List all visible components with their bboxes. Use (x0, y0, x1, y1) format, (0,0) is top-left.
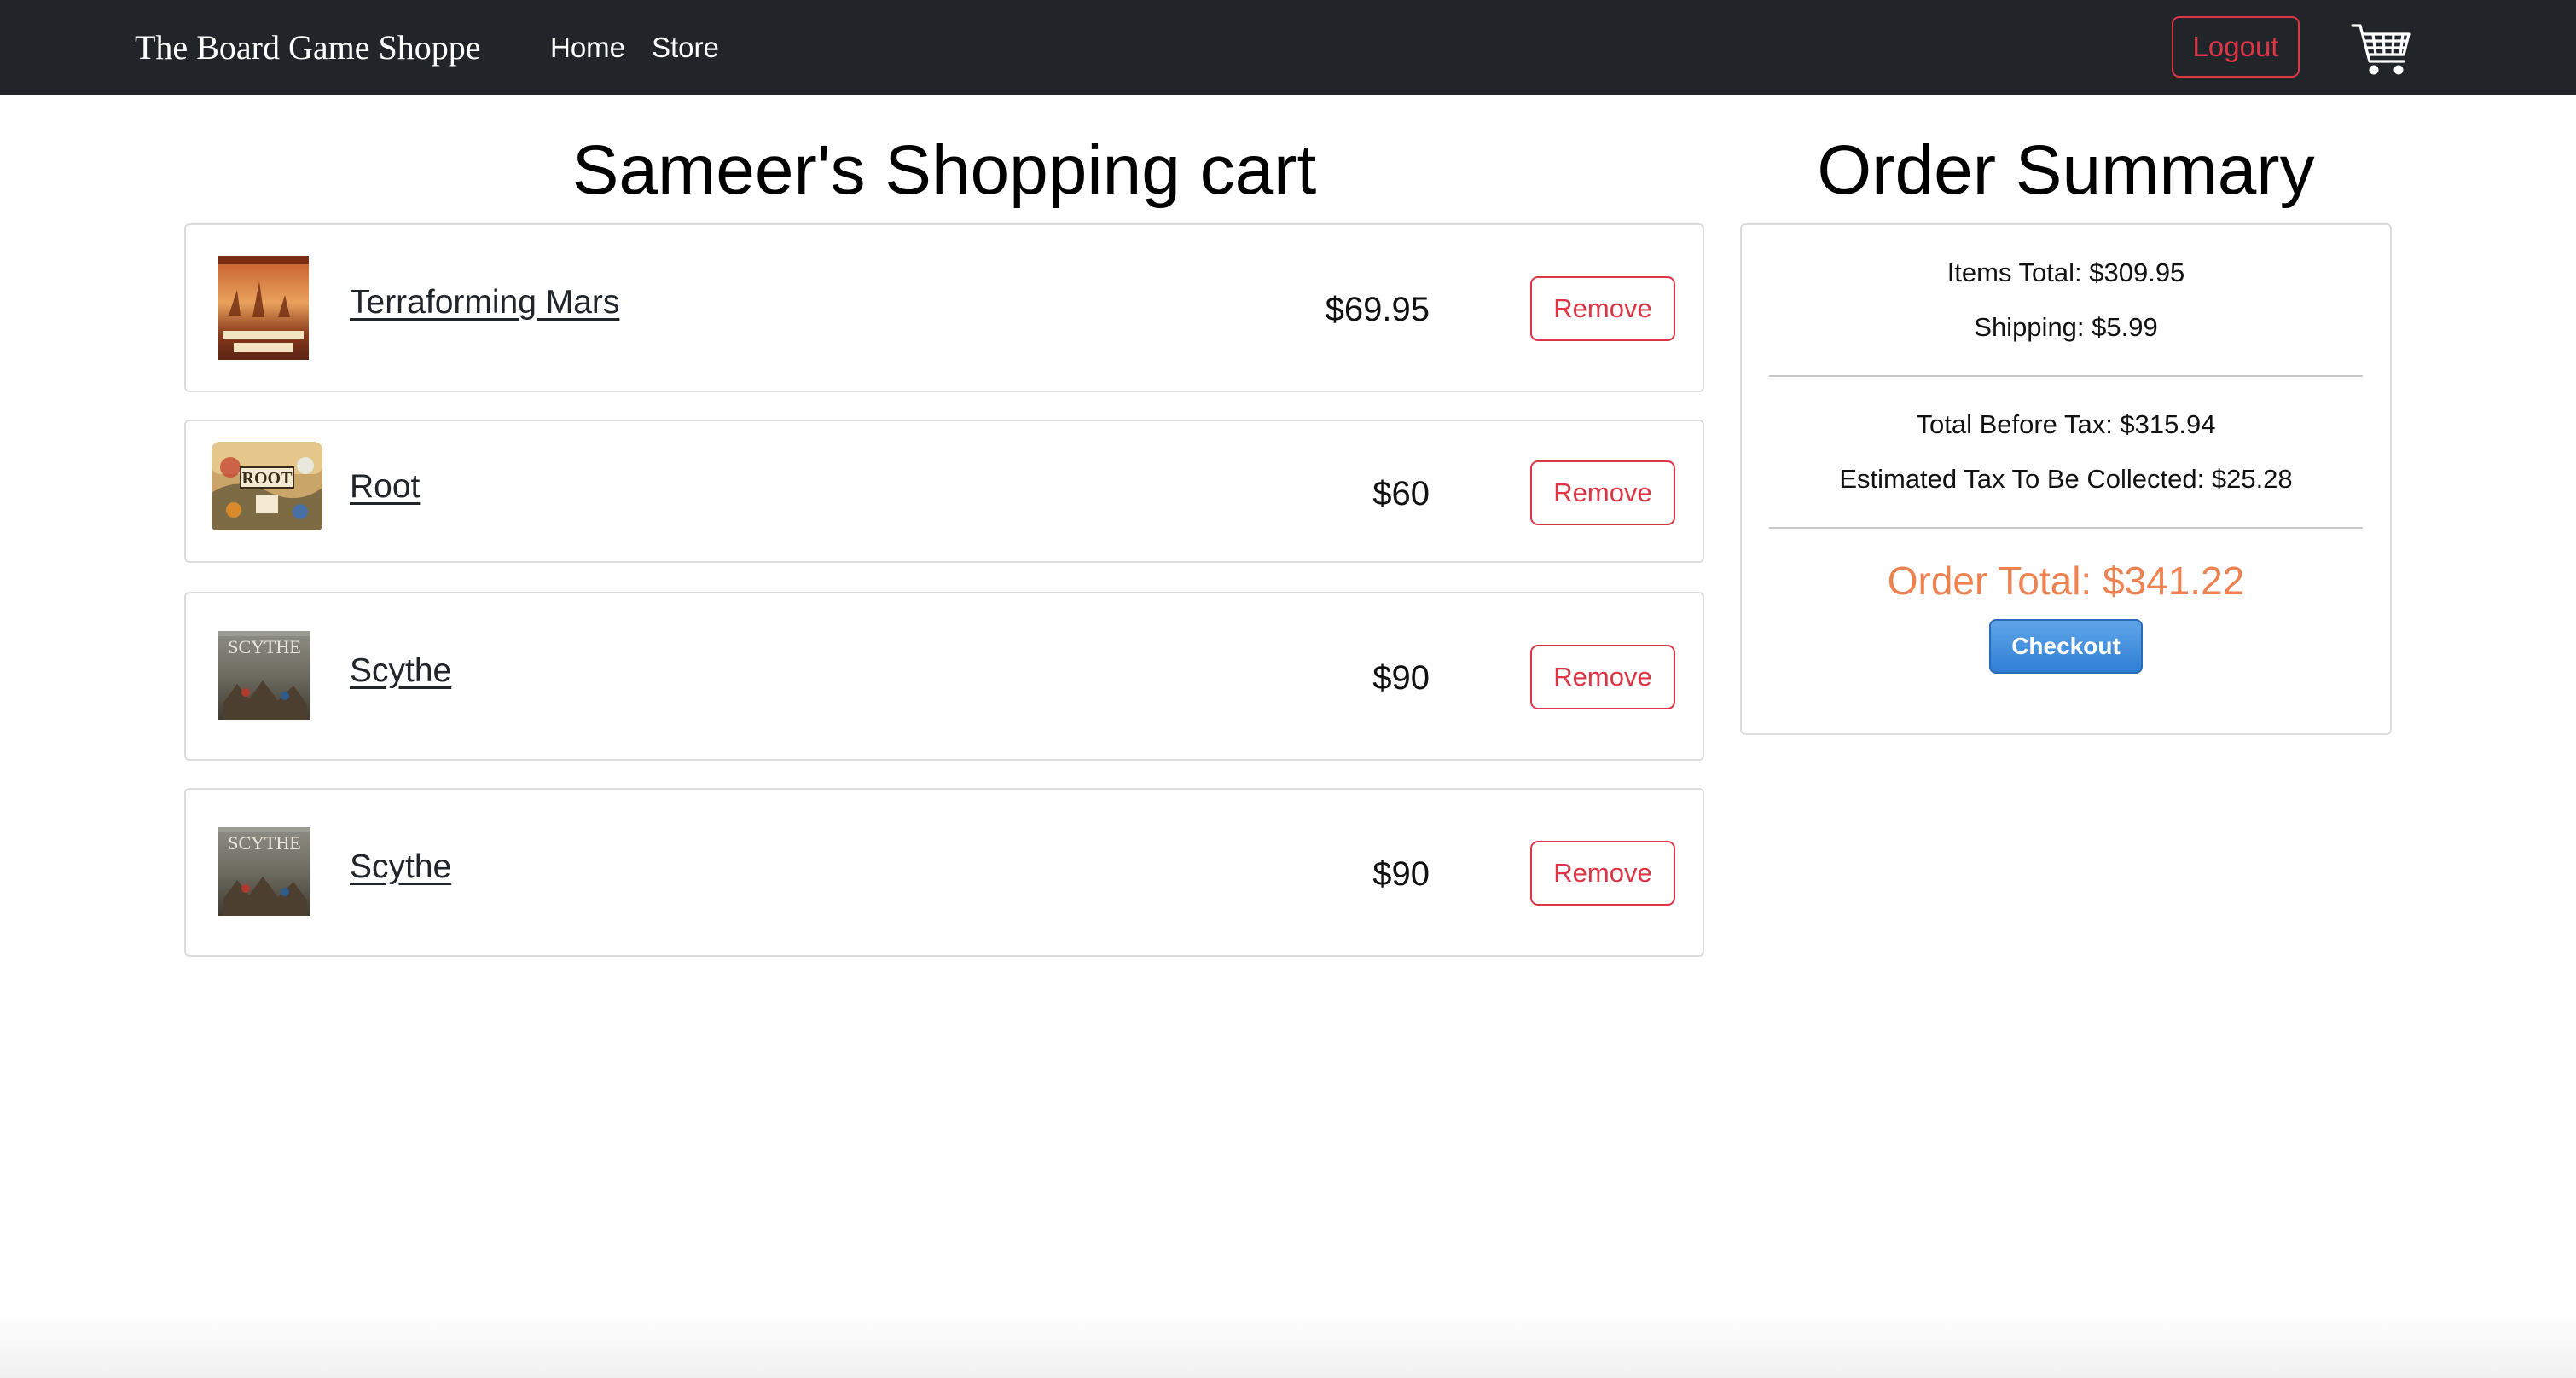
checkout-button[interactable]: Checkout (1989, 619, 2143, 674)
svg-text:SCYTHE: SCYTHE (228, 636, 301, 657)
nav-store-link[interactable]: Store (652, 26, 719, 70)
remove-button[interactable]: Remove (1530, 276, 1675, 341)
logout-button[interactable]: Logout (2172, 16, 2300, 78)
root-thumbnail[interactable]: ROOT (212, 442, 322, 530)
shipping-cost: Shipping: $5.99 (1974, 312, 2158, 342)
item-name-link[interactable]: Root (350, 466, 420, 508)
item-price: $90 (1372, 855, 1430, 893)
estimated-tax: Estimated Tax To Be Collected: $25.28 (1839, 464, 2293, 494)
cart-title: Sameer's Shopping cart (571, 131, 1317, 209)
svg-text:ROOT: ROOT (242, 469, 293, 488)
svg-text:SCYTHE: SCYTHE (228, 832, 301, 854)
cart-item: ROOT Root $60 Remove (184, 420, 1704, 563)
total-before-tax: Total Before Tax: $315.94 (1916, 409, 2216, 439)
scythe-thumbnail[interactable]: SCYTHE (212, 624, 316, 728)
item-name-link[interactable]: Scythe (350, 650, 451, 692)
order-summary-title: Order Summary (1817, 131, 2315, 209)
item-name-link[interactable]: Terraforming Mars (350, 281, 619, 324)
brand-link[interactable]: The Board Game Shoppe (135, 24, 480, 72)
item-name-link[interactable]: Scythe (350, 846, 451, 889)
summary-divider (1769, 527, 2363, 529)
cart-item: SCYTHE Scythe $90 Remove (184, 788, 1704, 957)
item-price: $69.95 (1325, 291, 1430, 328)
item-price: $90 (1372, 659, 1430, 697)
cart-item: SCYTHE Scythe $90 Remove (184, 592, 1704, 761)
cart-item: Terraforming Mars $69.95 Remove (184, 223, 1704, 392)
nav-home-link[interactable]: Home (550, 26, 625, 70)
shopping-cart-icon[interactable] (2351, 20, 2412, 80)
summary-divider (1769, 375, 2363, 377)
item-price: $60 (1372, 475, 1430, 512)
order-summary-card: Items Total: $309.95 Shipping: $5.99 Tot… (1740, 223, 2392, 735)
terraforming-mars-thumbnail[interactable] (212, 256, 316, 360)
remove-button[interactable]: Remove (1530, 841, 1675, 906)
remove-button[interactable]: Remove (1530, 645, 1675, 709)
items-total: Items Total: $309.95 (1947, 258, 2185, 287)
remove-button[interactable]: Remove (1530, 460, 1675, 525)
scythe-thumbnail[interactable]: SCYTHE (212, 820, 316, 924)
order-total: Order Total: $341.22 (1887, 559, 2245, 603)
top-navbar: The Board Game Shoppe Home Store Logout (0, 0, 2576, 95)
page-bottom-shadow (0, 1313, 2576, 1378)
